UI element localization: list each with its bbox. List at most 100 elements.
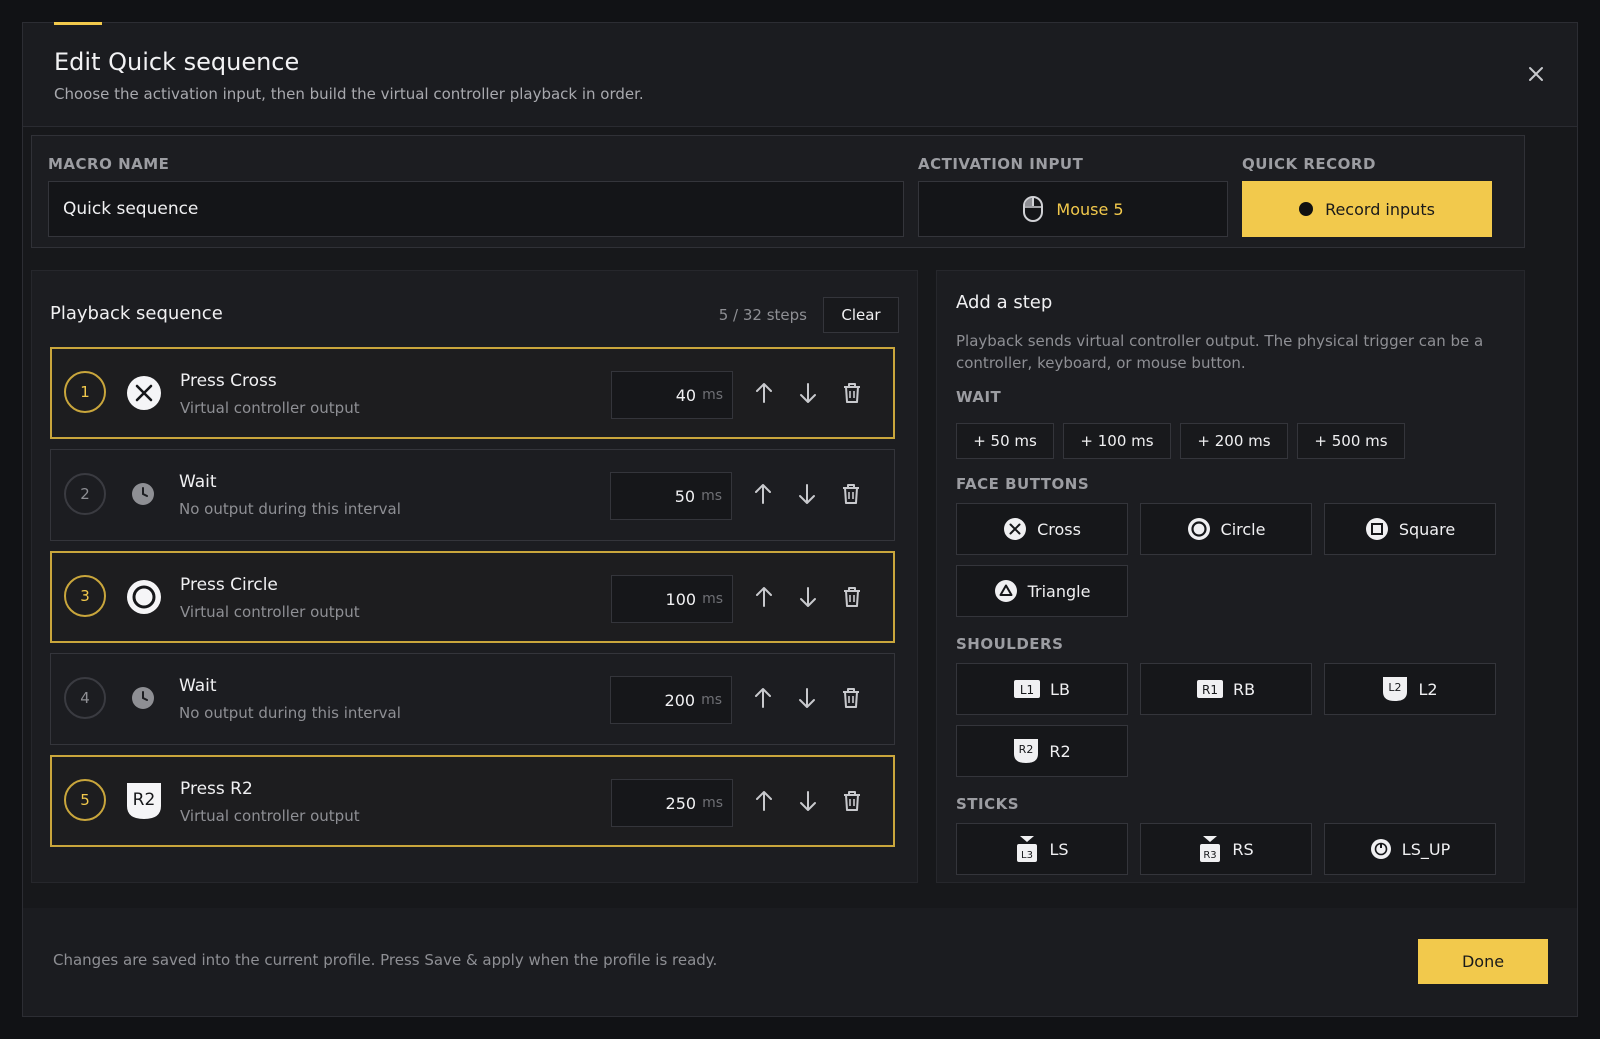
step-title: Wait	[179, 676, 217, 696]
done-button[interactable]: Done	[1418, 939, 1548, 984]
r1-icon: R1	[1196, 680, 1223, 698]
macro-name-label: MACRO NAME	[48, 155, 170, 173]
r1-icon-text: R1	[1202, 683, 1218, 697]
move-up-button[interactable]	[750, 685, 776, 711]
activation-input-value: Mouse 5	[1056, 199, 1124, 219]
add-square-button[interactable]: Square	[1324, 503, 1496, 555]
add-r2-label: R2	[1049, 741, 1071, 761]
add-rb-label: RB	[1232, 679, 1256, 699]
move-down-button[interactable]	[795, 788, 821, 814]
trash-icon	[844, 587, 860, 607]
r2-icon-text: R2	[133, 790, 156, 810]
triangle-icon	[994, 580, 1017, 602]
step-duration-value: 250	[665, 793, 697, 813]
arrow-up-icon	[755, 688, 771, 708]
step-duration-input[interactable]: 200 ms	[610, 676, 732, 724]
add-ls-label: LS	[1049, 839, 1069, 859]
l3-icon: L3	[1017, 836, 1038, 862]
add-ls-up-button[interactable]: LS_UP	[1324, 823, 1496, 875]
macro-settings-card: MACRO NAME ACTIVATION INPUT Mouse 5 QUIC…	[31, 135, 1525, 248]
step-duration-input[interactable]: 250 ms	[611, 779, 733, 827]
circle-icon	[127, 580, 161, 614]
step-duration-input[interactable]: 50 ms	[610, 472, 732, 520]
step-title: Press Circle	[180, 575, 278, 595]
record-dot-icon	[1299, 202, 1314, 216]
arrow-up-icon	[756, 791, 772, 811]
shoulders-label: SHOULDERS	[956, 635, 1064, 653]
delete-step-button[interactable]	[838, 481, 864, 507]
delete-step-button[interactable]	[839, 584, 865, 610]
move-up-button[interactable]	[750, 481, 776, 507]
add-lb-label: LB	[1050, 679, 1070, 699]
clock-icon	[132, 687, 154, 709]
step-duration-value: 100	[665, 589, 697, 609]
add-wait-100-button[interactable]: + 100 ms	[1063, 423, 1171, 459]
r3-icon-text: R3	[1204, 850, 1217, 861]
l1-icon: L1	[1014, 680, 1041, 698]
add-square-label: Square	[1398, 519, 1456, 539]
step-duration-input[interactable]: 100 ms	[611, 575, 733, 623]
step-duration-unit: ms	[702, 591, 723, 607]
step-number: 2	[64, 473, 106, 515]
add-rs-button[interactable]: R3 RS	[1140, 823, 1312, 875]
add-step-description: Playback sends virtual controller output…	[956, 332, 1484, 372]
step-count: 5 / 32 steps	[718, 306, 807, 324]
move-down-button[interactable]	[794, 685, 820, 711]
move-down-button[interactable]	[794, 481, 820, 507]
circle-icon	[1187, 518, 1210, 540]
step-duration-unit: ms	[702, 795, 723, 811]
sequence-step[interactable]: 2 Wait No output during this interval 50 ms	[50, 449, 895, 541]
step-duration-unit: ms	[701, 692, 722, 708]
dialog-subtitle: Choose the activation input, then build …	[54, 85, 644, 103]
add-cross-button[interactable]: Cross	[956, 503, 1128, 555]
move-up-button[interactable]	[751, 584, 777, 610]
trash-icon	[844, 791, 860, 811]
sequence-step[interactable]: 4 Wait No output during this interval 200 ms	[50, 653, 895, 745]
add-circle-button[interactable]: Circle	[1140, 503, 1312, 555]
record-inputs-button[interactable]: Record inputs	[1242, 181, 1492, 237]
playback-sequence-panel: Playback sequence 5 / 32 steps Clear 1 Pr…	[31, 270, 918, 883]
activation-input-button[interactable]: Mouse 5	[918, 181, 1228, 237]
move-up-button[interactable]	[751, 380, 777, 406]
add-rb-button[interactable]: R1 RB	[1140, 663, 1312, 715]
delete-step-button[interactable]	[839, 788, 865, 814]
move-down-button[interactable]	[795, 584, 821, 610]
step-subtitle: Virtual controller output	[180, 807, 360, 825]
add-triangle-button[interactable]: Triangle	[956, 565, 1128, 617]
clear-button[interactable]: Clear	[823, 297, 899, 333]
add-wait-50-button[interactable]: + 50 ms	[956, 423, 1054, 459]
r3-icon: R3	[1200, 836, 1221, 862]
add-rs-label: RS	[1232, 839, 1254, 859]
sequence-step[interactable]: 5 R2 Press R2 Virtual controller output 250 m…	[50, 755, 895, 847]
add-ls-button[interactable]: L3 LS	[956, 823, 1128, 875]
playback-sequence-title: Playback sequence	[50, 303, 223, 324]
delete-step-button[interactable]	[839, 380, 865, 406]
step-duration-value: 50	[674, 486, 696, 506]
add-lb-button[interactable]: L1 LB	[956, 663, 1128, 715]
move-up-button[interactable]	[751, 788, 777, 814]
wait-section-label: WAIT	[956, 388, 1002, 406]
add-wait-500-button[interactable]: + 500 ms	[1297, 423, 1405, 459]
l1-icon-text: L1	[1020, 683, 1034, 697]
sequence-step[interactable]: 1 Press Cross Virtual controller output 40 m…	[50, 347, 895, 439]
macro-name-input[interactable]	[48, 181, 904, 237]
r2-icon-text: R2	[1019, 743, 1034, 756]
record-inputs-label: Record inputs	[1325, 199, 1435, 219]
add-r2-button[interactable]: R2 R2	[956, 725, 1128, 777]
sticks-label: STICKS	[956, 795, 1020, 813]
move-down-button[interactable]	[795, 380, 821, 406]
step-duration-input[interactable]: 40 ms	[611, 371, 733, 419]
arrow-down-icon	[800, 587, 816, 607]
add-wait-200-button[interactable]: + 200 ms	[1180, 423, 1288, 459]
sequence-step[interactable]: 3 Press Circle Virtual controller output 10…	[50, 551, 895, 643]
add-step-title: Add a step	[956, 292, 1053, 313]
add-ls-up-label: LS_UP	[1401, 839, 1451, 859]
step-icon: R2	[126, 783, 162, 819]
face-buttons-label: FACE BUTTONS	[956, 475, 1090, 493]
trash-icon	[843, 484, 859, 504]
close-button[interactable]	[1525, 63, 1547, 85]
delete-step-button[interactable]	[838, 685, 864, 711]
arrow-down-icon	[799, 688, 815, 708]
add-l2-button[interactable]: L2 L2	[1324, 663, 1496, 715]
step-icon	[125, 476, 161, 512]
